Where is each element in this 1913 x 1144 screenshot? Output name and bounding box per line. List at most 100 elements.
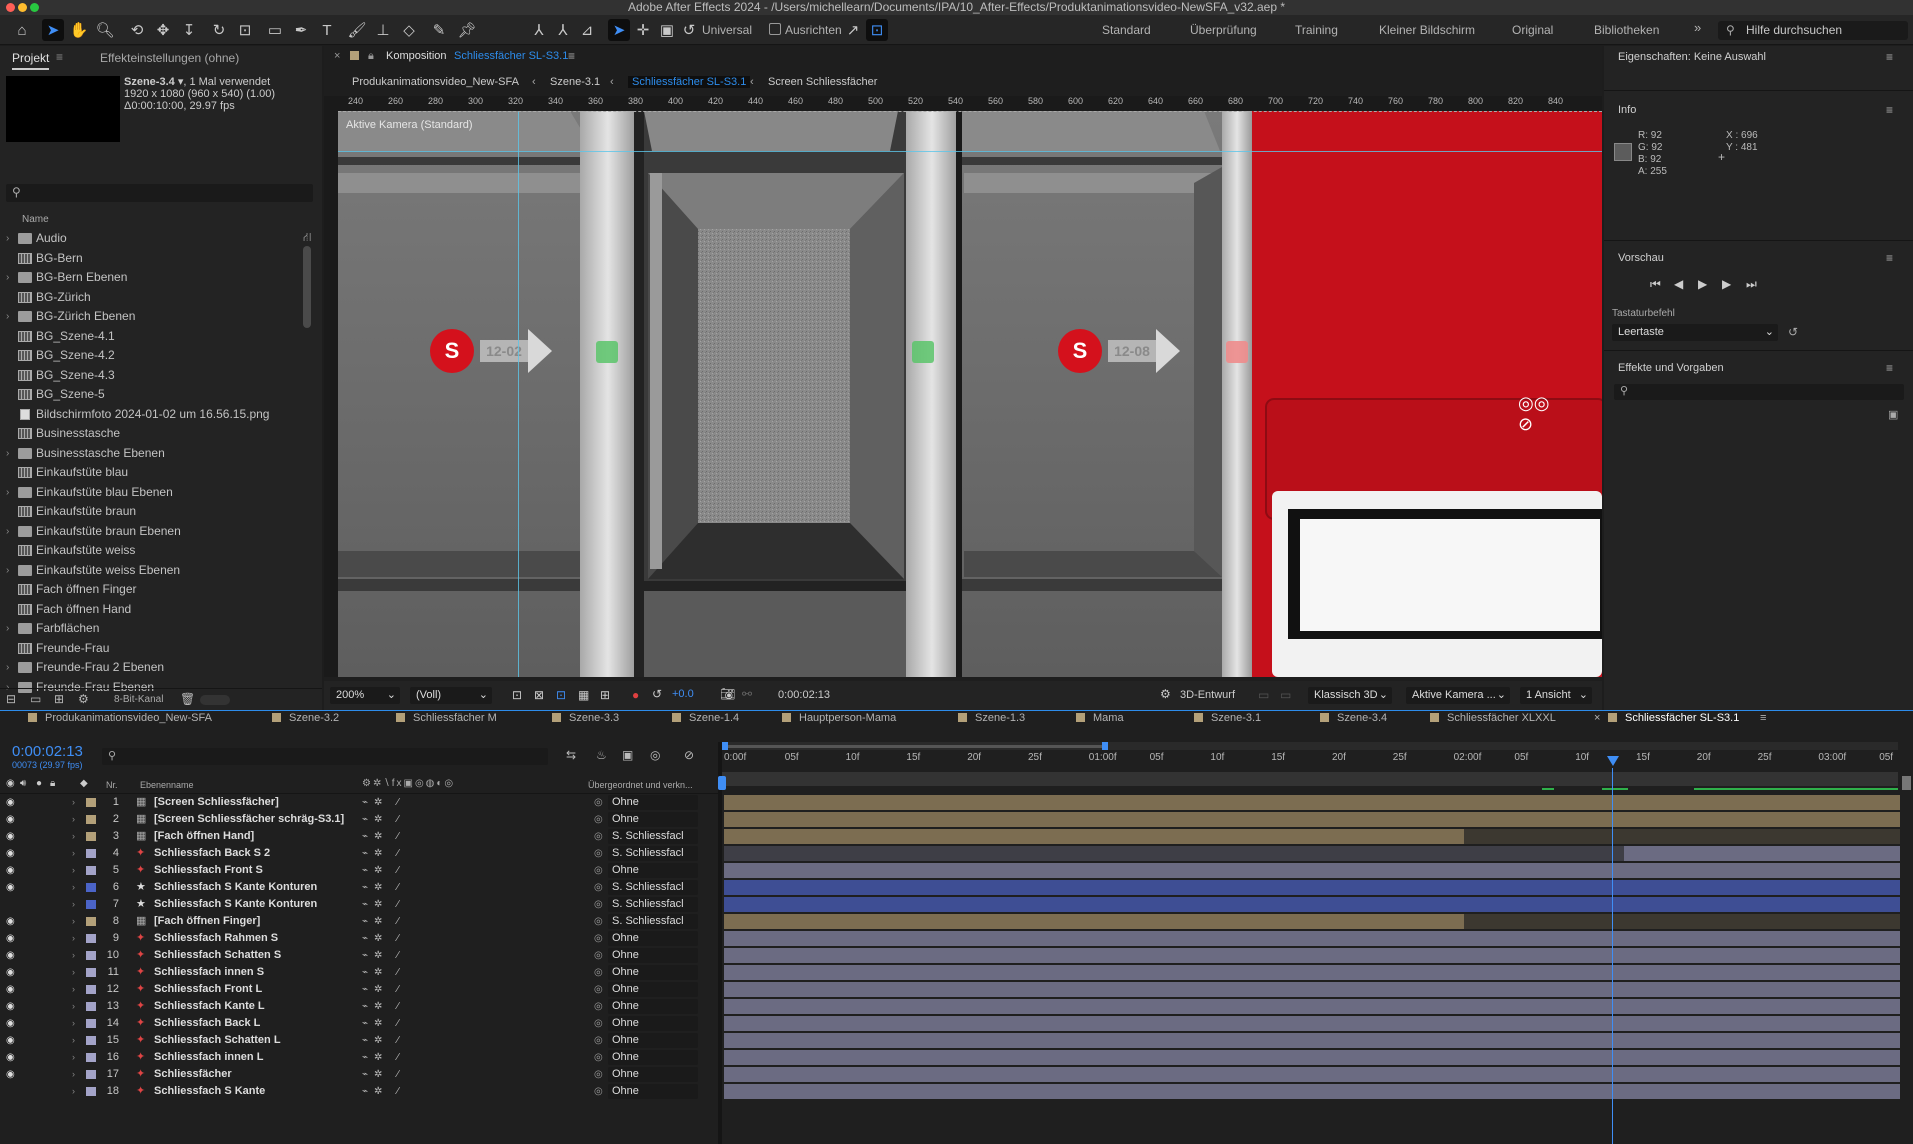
chevron-right-icon[interactable]: ›: [72, 998, 75, 1015]
universal-move-icon[interactable]: ✛: [632, 19, 654, 41]
chevron-right-icon[interactable]: ›: [6, 522, 9, 541]
layer-row[interactable]: › 7 ★ Schliessfach S Kante Konturen ⌁✲ ∕ ◎ S. …: [0, 896, 720, 913]
layer-row[interactable]: ◉ › 8 ▦ [Fach öffnen Finger] ⌁✲ ∕ ◎ S. Schliess…: [0, 913, 720, 930]
draft-3d-icon[interactable]: ⚙: [1160, 687, 1171, 701]
align-checkbox[interactable]: [769, 23, 781, 35]
parent-dropdown[interactable]: Ohne: [608, 1050, 698, 1065]
project-item[interactable]: › Einkaufstüte blau Ebenen: [0, 483, 300, 502]
renderer-dropdown[interactable]: Klassisch 3D ⌄: [1308, 687, 1392, 704]
shortcut-dropdown[interactable]: Leertaste ⌄: [1612, 324, 1778, 341]
chevron-right-icon[interactable]: ›: [6, 229, 9, 248]
tab-project[interactable]: Projekt: [12, 51, 50, 70]
workspace-small-screen[interactable]: Kleiner Bildschirm: [1379, 23, 1475, 37]
close-tab-icon[interactable]: ×: [1594, 712, 1600, 724]
interpret-footage-icon[interactable]: ⊟: [6, 692, 16, 706]
pickwhip-icon[interactable]: ◎: [594, 913, 603, 930]
pickwhip-icon[interactable]: ◎: [594, 1083, 603, 1100]
adjust-settings-icon[interactable]: ⚙: [78, 692, 89, 706]
layer-switches[interactable]: ⌁✲ ∕: [362, 1066, 405, 1083]
timeline-ruler[interactable]: 0:00f 05f 10f 15f 20f 25f 01:00f 05f 10f 15f 20f 25…: [722, 752, 1898, 768]
pickwhip-icon[interactable]: ◎: [594, 862, 603, 879]
pickwhip-icon[interactable]: ◎: [594, 998, 603, 1015]
work-area-bar[interactable]: [722, 742, 1898, 750]
layer-switches[interactable]: ⌁✲ ∕: [362, 981, 405, 998]
workspace-original[interactable]: Original: [1512, 23, 1553, 37]
column-nr-header[interactable]: Nr.: [106, 780, 118, 790]
chevron-right-icon[interactable]: ›: [72, 879, 75, 896]
chevron-right-icon[interactable]: ›: [72, 1015, 75, 1032]
thumbnail-slider[interactable]: [200, 695, 230, 705]
chevron-right-icon[interactable]: ›: [72, 845, 75, 862]
parent-dropdown[interactable]: Ohne: [608, 948, 698, 963]
rectangle-tool-icon[interactable]: ▭: [264, 19, 286, 41]
horizontal-guide[interactable]: [338, 151, 1602, 152]
current-time-display[interactable]: 0:00:02:13: [778, 689, 830, 701]
parent-dropdown[interactable]: Ohne: [608, 965, 698, 980]
layer-duration-bar[interactable]: [724, 880, 1900, 895]
project-item[interactable]: › BG-Bern Ebenen: [0, 268, 300, 287]
info-menu-icon[interactable]: ≡: [1886, 103, 1893, 117]
home-icon[interactable]: ⌂: [11, 19, 33, 41]
parent-dropdown[interactable]: Ohne: [608, 1084, 698, 1099]
pan-camera-icon[interactable]: ✥: [152, 19, 174, 41]
project-item[interactable]: BG-Zürich: [0, 288, 300, 307]
hide-shy-layers-icon[interactable]: ▣: [622, 748, 633, 762]
layer-label-color[interactable]: [86, 985, 96, 994]
layer-row[interactable]: ◉ › 14 ✦ Schliessfach Back L ⌁✲ ∕ ◎ Ohne: [0, 1015, 720, 1032]
layer-switches[interactable]: ⌁✲ ∕: [362, 913, 405, 930]
layer-name[interactable]: Schliessfach Schatten L: [154, 1032, 281, 1049]
project-item[interactable]: BG_Szene-4.2: [0, 346, 300, 365]
layer-label-color[interactable]: [86, 900, 96, 909]
exposure-value[interactable]: +0.0: [672, 688, 694, 700]
column-name-header[interactable]: Ebenenname: [140, 780, 194, 790]
layer-name[interactable]: [Fach öffnen Finger]: [154, 913, 260, 930]
project-item[interactable]: › Farbflächen: [0, 619, 300, 638]
parent-dropdown[interactable]: S. Schliessfacl: [608, 897, 698, 912]
playhead-line[interactable]: [1612, 768, 1613, 1144]
chevron-right-icon[interactable]: ›: [72, 930, 75, 947]
clone-stamp-icon[interactable]: ⊥: [372, 19, 394, 41]
project-item[interactable]: Einkaufstüte weiss: [0, 541, 300, 560]
project-search-input[interactable]: ⚲: [6, 184, 313, 202]
column-name-header[interactable]: Name: [22, 214, 49, 225]
chevron-right-icon[interactable]: ›: [6, 561, 9, 580]
snapshot-icon[interactable]: 📷︎: [720, 687, 735, 701]
workspace-standard[interactable]: Standard: [1102, 23, 1151, 37]
eye-icon[interactable]: ◉: [6, 964, 15, 981]
layer-duration-bar[interactable]: [724, 965, 1900, 980]
extended-viewer-icon[interactable]: ▭: [1258, 688, 1269, 702]
lock-header-icon[interactable]: 🔒︎: [50, 778, 55, 789]
layer-name[interactable]: Schliessfach Back L: [154, 1015, 260, 1032]
reset-icon[interactable]: ↺: [1788, 325, 1798, 339]
chevron-right-icon[interactable]: ›: [72, 811, 75, 828]
parent-dropdown[interactable]: S. Schliessfacl: [608, 880, 698, 895]
eye-icon[interactable]: ◉: [6, 930, 15, 947]
zoom-dropdown[interactable]: 200% ⌄: [330, 687, 400, 704]
reset-exposure-icon[interactable]: ↺: [652, 687, 662, 701]
pickwhip-icon[interactable]: ◎: [594, 879, 603, 896]
eye-icon[interactable]: ◉: [6, 1049, 15, 1066]
timeline-tab[interactable]: Schliessfächer SL-S3.1: [1608, 712, 1739, 724]
layer-row[interactable]: › 18 ✦ Schliessfach S Kante ⌁✲ ∕ ◎ Ohne: [0, 1083, 720, 1100]
tab-menu-icon[interactable]: ≡: [1760, 712, 1766, 724]
parent-dropdown[interactable]: Ohne: [608, 1016, 698, 1031]
layer-name[interactable]: Schliessfach Kante L: [154, 998, 265, 1015]
layer-name[interactable]: Schliessfach Schatten S: [154, 947, 281, 964]
parent-dropdown[interactable]: S. Schliessfacl: [608, 914, 698, 929]
project-item[interactable]: Fach öffnen Hand: [0, 600, 300, 619]
bit-depth-label[interactable]: 8-Bit-Kanal: [114, 694, 163, 705]
timeline-tab[interactable]: Produkanimationsvideo_New-SFA: [28, 712, 212, 724]
time-end-marker[interactable]: [1902, 776, 1911, 790]
layer-name[interactable]: Schliessfach innen L: [154, 1049, 263, 1066]
project-item[interactable]: › Audio: [0, 229, 300, 248]
layer-row[interactable]: ◉ › 2 ▦ [Screen Schliessfächer schräg-S3.1] ⌁…: [0, 811, 720, 828]
new-preset-icon[interactable]: ▣: [1888, 408, 1898, 421]
effects-search-input[interactable]: ⚲: [1614, 384, 1904, 400]
selection-tool-icon[interactable]: ➤: [42, 19, 64, 41]
layer-switches[interactable]: ⌁✲ ∕: [362, 930, 405, 947]
next-frame-icon[interactable]: ▶: [1722, 277, 1731, 291]
solo-header-icon[interactable]: ●: [36, 778, 42, 789]
parent-dropdown[interactable]: Ohne: [608, 795, 698, 810]
pen-tool-icon[interactable]: ✒: [290, 19, 312, 41]
project-item[interactable]: › Freunde-Frau 2 Ebenen: [0, 658, 300, 677]
